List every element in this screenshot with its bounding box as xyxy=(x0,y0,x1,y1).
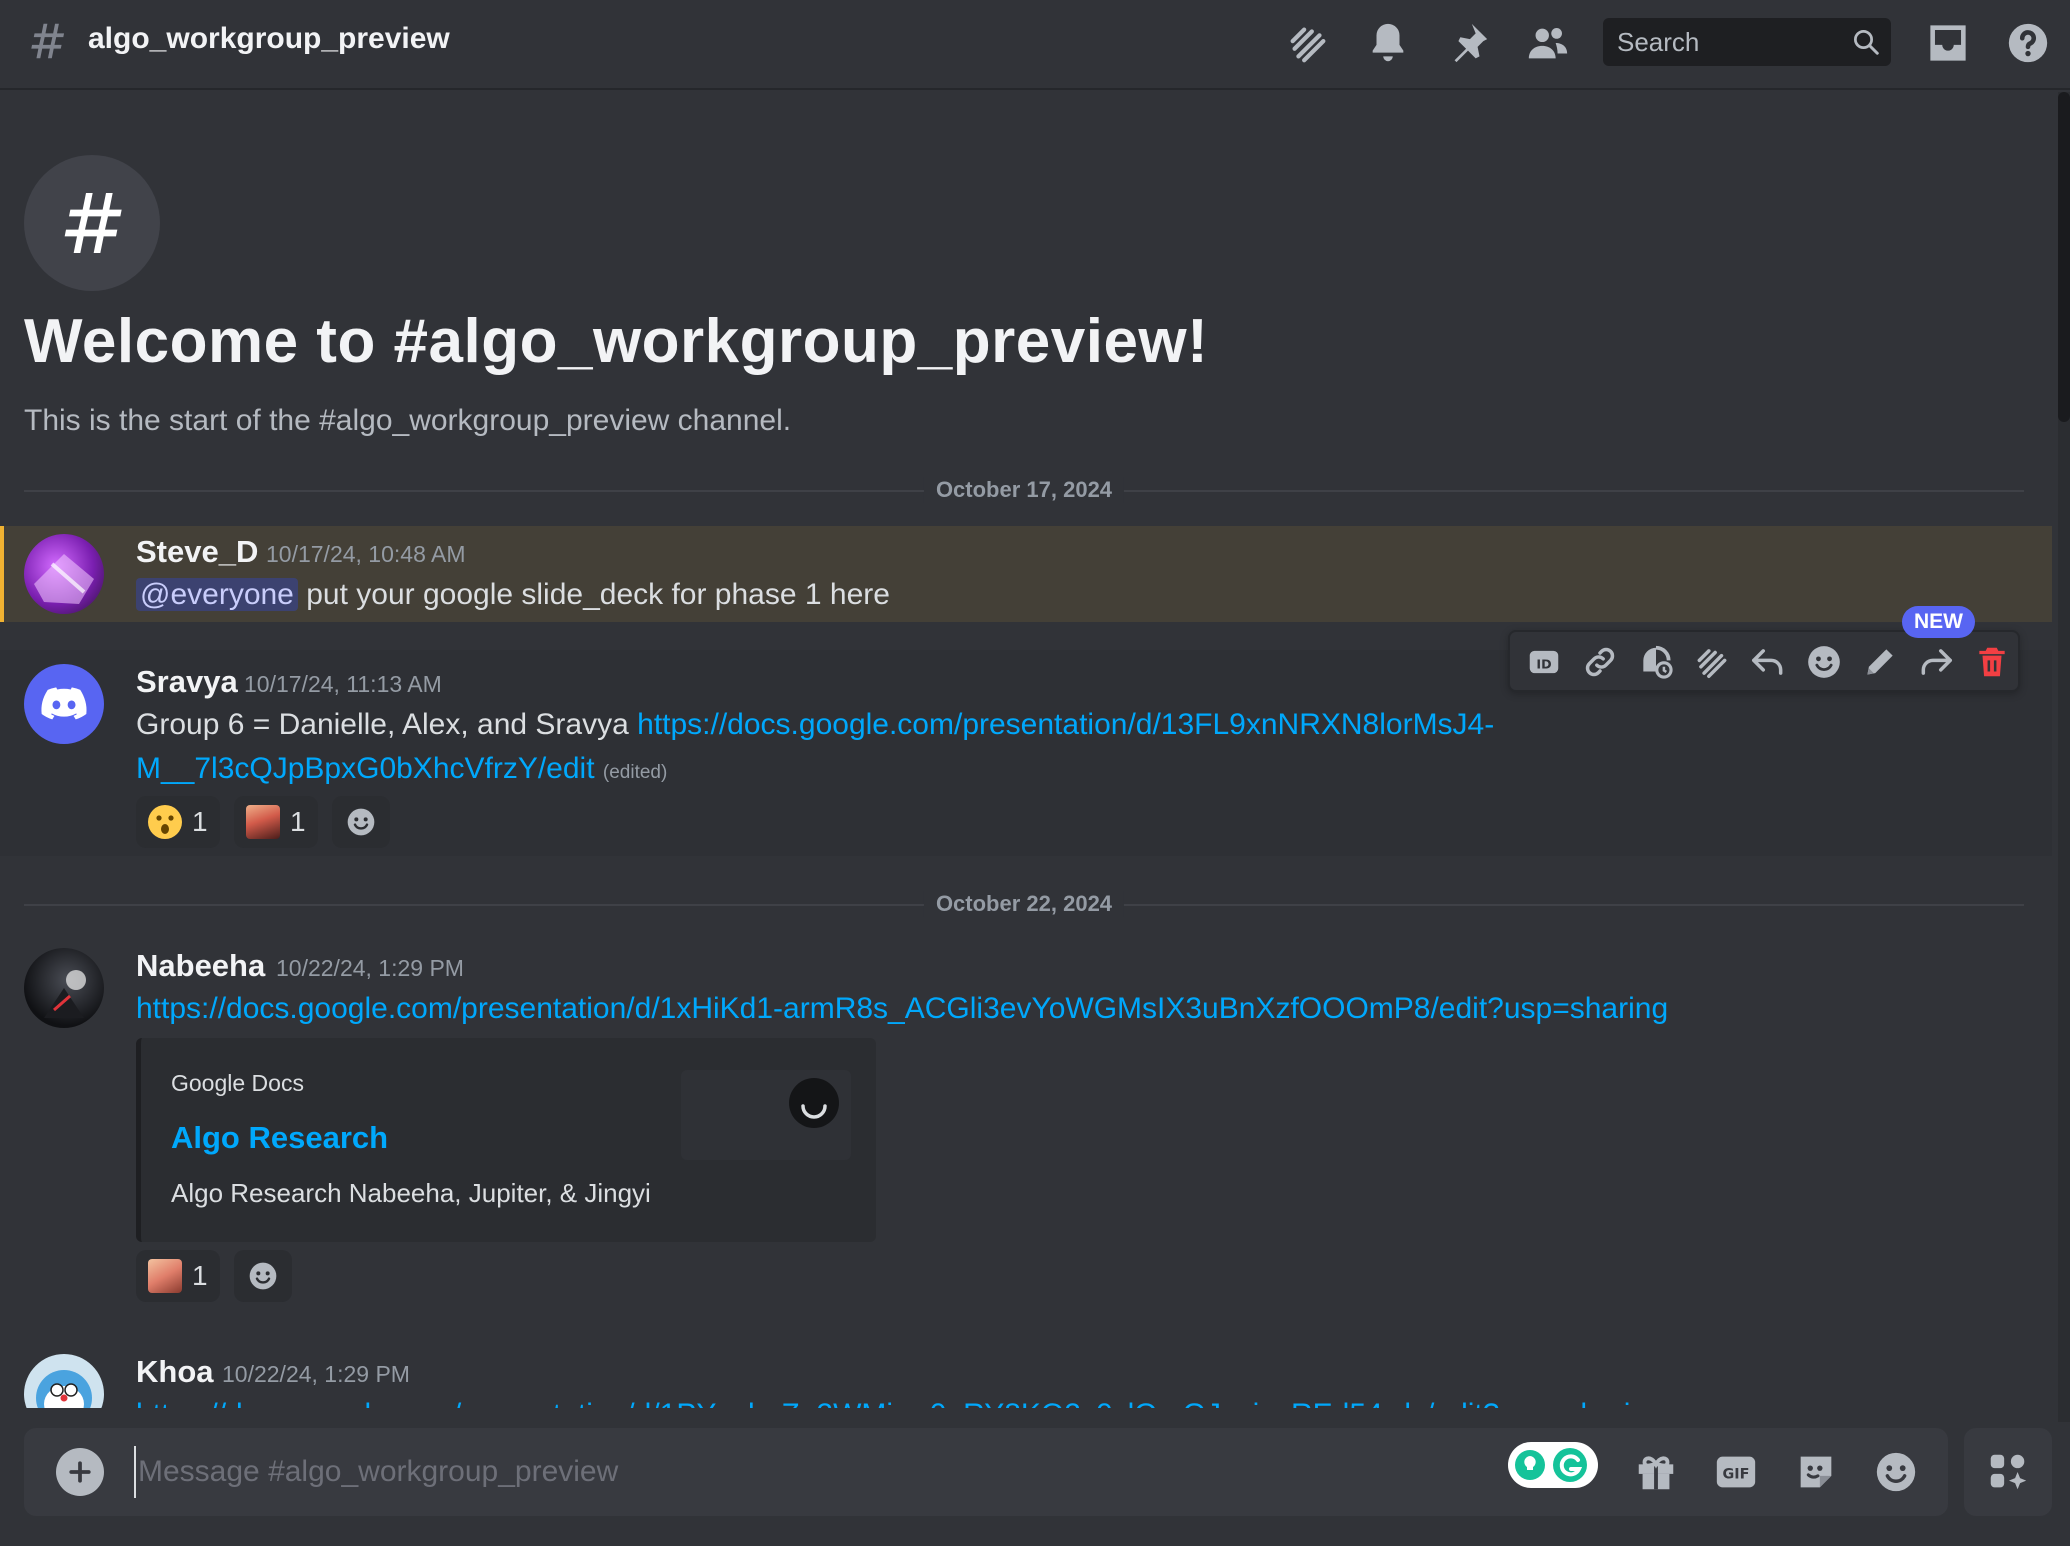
create-thread-icon[interactable] xyxy=(1690,640,1734,684)
loading-spinner-icon xyxy=(789,1078,839,1128)
search-placeholder: Search xyxy=(1617,27,1700,57)
discord-logo-icon xyxy=(41,687,87,720)
reply-icon[interactable] xyxy=(1746,640,1790,684)
message-text: Group 6 = Danielle, Alex, and Sravya xyxy=(136,708,629,741)
author-name[interactable]: Steve_D xyxy=(136,534,258,570)
custom-emoji-icon xyxy=(148,1259,182,1293)
everyone-mention[interactable]: @everyone xyxy=(136,578,298,611)
author-name[interactable]: Khoa xyxy=(136,1354,214,1390)
reaction-count: 1 xyxy=(290,806,306,837)
message-timestamp: 10/22/24, 1:29 PM xyxy=(222,1361,410,1387)
avatar[interactable] xyxy=(24,534,104,614)
search-input[interactable]: Search xyxy=(1603,18,1891,66)
channel-hash-icon xyxy=(24,155,160,291)
forward-icon[interactable] xyxy=(1914,640,1958,684)
message-content-line2: M__7l3cQJpBpxG0bXhcVfrzY/edit (edited) xyxy=(136,752,667,786)
reaction-custom[interactable]: 1 xyxy=(234,796,318,848)
bell-icon[interactable] xyxy=(1362,17,1414,69)
reaction-astonished[interactable]: 1 xyxy=(136,796,220,848)
date-divider-label: October 17, 2024 xyxy=(923,477,1125,503)
add-reaction-icon[interactable] xyxy=(1802,640,1846,684)
grammarly-button[interactable] xyxy=(1508,1442,1598,1488)
search-icon xyxy=(1854,30,1879,55)
copy-link-icon[interactable] xyxy=(1578,640,1622,684)
embed-provider[interactable]: Google Docs xyxy=(171,1070,304,1097)
reaction-count: 1 xyxy=(192,1260,208,1291)
sticker-icon[interactable] xyxy=(1790,1446,1842,1498)
welcome-subtitle: This is the start of the #algo_workgroup… xyxy=(24,404,792,437)
message-timestamp: 10/22/24, 1:29 PM xyxy=(276,955,464,981)
avatar[interactable] xyxy=(24,948,104,1028)
gift-icon[interactable] xyxy=(1630,1446,1682,1498)
message-list-bottom-edge xyxy=(0,1408,2058,1428)
message-content: Group 6 = Danielle, Alex, and Sravya htt… xyxy=(136,708,1494,742)
link-embed[interactable]: Google Docs Algo Research Algo Research … xyxy=(136,1038,876,1242)
scrollbar-thumb[interactable] xyxy=(2058,92,2070,422)
plus-icon xyxy=(69,1461,91,1483)
reaction-count: 1 xyxy=(192,806,208,837)
message-timestamp: 10/17/24, 10:48 AM xyxy=(266,541,466,567)
avatar[interactable] xyxy=(24,664,104,744)
reaction-custom[interactable]: 1 xyxy=(136,1250,220,1302)
emoji-icon[interactable] xyxy=(1870,1446,1922,1498)
add-reaction-icon xyxy=(347,808,375,836)
threads-icon[interactable] xyxy=(1282,17,1334,69)
reaction-history-icon[interactable] xyxy=(1634,640,1678,684)
grammarly-icon xyxy=(1515,1448,1587,1482)
message-input[interactable] xyxy=(134,1446,1484,1498)
edited-label: (edited) xyxy=(602,762,668,783)
author-name[interactable]: Sravya xyxy=(136,664,238,700)
pin-icon[interactable] xyxy=(1442,17,1494,69)
gif-label: GIF xyxy=(1723,1467,1750,1483)
add-reaction-button[interactable] xyxy=(332,796,390,848)
channel-header: algo_workgroup_preview Search xyxy=(0,0,2070,90)
message-actions-toolbar: ID xyxy=(1508,630,2020,692)
author-name[interactable]: Nabeeha xyxy=(136,948,265,984)
help-icon[interactable] xyxy=(2002,17,2054,69)
delete-icon[interactable] xyxy=(1970,640,2014,684)
message-link[interactable]: https://docs.google.com/presentation/d/1… xyxy=(136,992,1668,1025)
message-content: @everyone put your google slide_deck for… xyxy=(136,578,890,612)
message-text: put your google slide_deck for phase 1 h… xyxy=(306,578,890,611)
date-divider-label: October 22, 2024 xyxy=(923,891,1125,917)
add-reaction-icon xyxy=(249,1262,277,1290)
app-launcher-button[interactable] xyxy=(1964,1428,2052,1516)
welcome-title: Welcome to #algo_workgroup_preview! xyxy=(24,307,1209,376)
astonished-face-icon xyxy=(148,805,182,839)
members-icon[interactable] xyxy=(1522,17,1574,69)
embed-description: Algo Research Nabeeha, Jupiter, & Jingyi xyxy=(171,1178,651,1208)
inbox-icon[interactable] xyxy=(1922,17,1974,69)
message-content: https://docs.google.com/presentation/d/1… xyxy=(136,992,1668,1026)
message-link[interactable]: https://docs.google.com/presentation/d/1… xyxy=(637,708,1494,741)
custom-emoji-icon xyxy=(246,805,280,839)
add-reaction-button[interactable] xyxy=(234,1250,292,1302)
svg-text:ID: ID xyxy=(1536,656,1551,671)
channel-title: algo_workgroup_preview xyxy=(88,22,450,55)
message-link-continued[interactable]: M__7l3cQJpBpxG0bXhcVfrzY/edit xyxy=(136,752,595,785)
hash-icon xyxy=(24,18,70,64)
apps-icon xyxy=(1990,1454,2027,1490)
edit-icon[interactable] xyxy=(1858,640,1902,684)
message-timestamp: 10/17/24, 11:13 AM xyxy=(244,671,442,697)
new-badge: NEW xyxy=(1902,606,1975,638)
upload-button[interactable] xyxy=(56,1448,104,1496)
embed-title[interactable]: Algo Research xyxy=(171,1120,388,1156)
gif-icon[interactable]: GIF xyxy=(1710,1446,1762,1498)
copy-id-icon[interactable]: ID xyxy=(1522,640,1566,684)
